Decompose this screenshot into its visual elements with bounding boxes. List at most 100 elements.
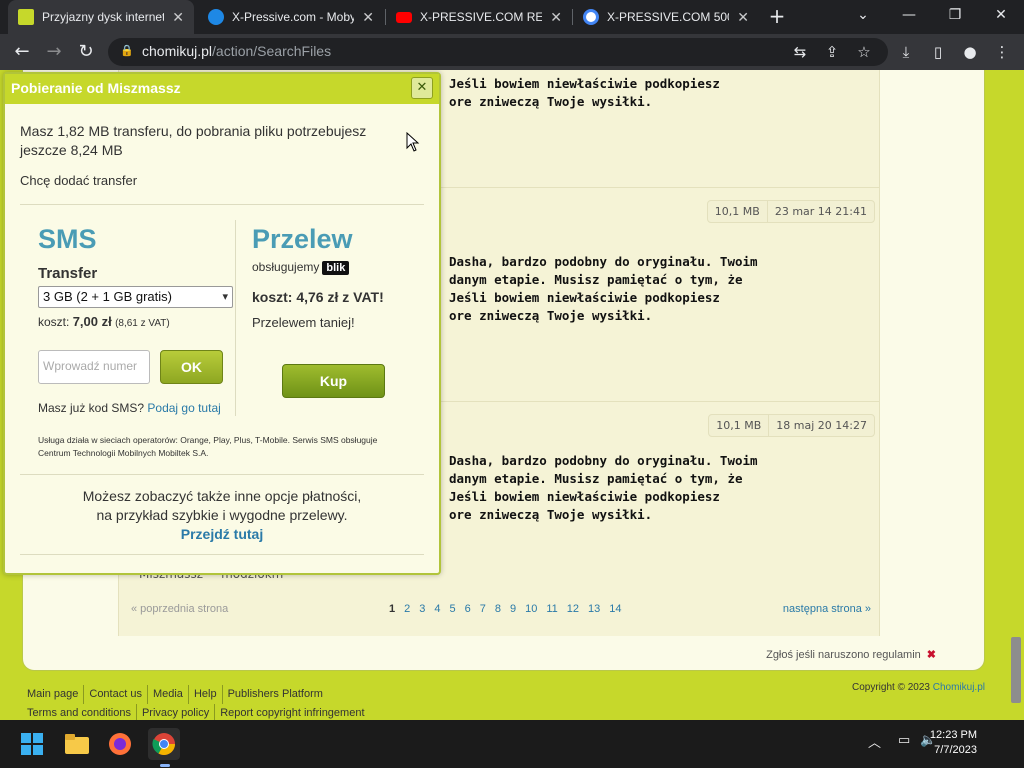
next-page-link[interactable]: następna strona » — [783, 603, 871, 615]
sms-operators-note: Usługa działa w sieciach operatorów: Ora… — [38, 435, 378, 458]
windows-start-icon[interactable] — [16, 728, 48, 760]
page-link[interactable]: 14 — [609, 603, 621, 615]
tab-title: Przyjazny dysk internet — [42, 10, 165, 24]
brand-link[interactable]: Chomikuj.pl — [933, 682, 985, 693]
pagination: « poprzednia strona 1 2 3 4 5 6 7 8 9 10… — [119, 598, 879, 620]
page-link[interactable]: 13 — [588, 603, 600, 615]
close-tab-icon[interactable]: ✕ — [550, 9, 562, 26]
back-icon[interactable]: ← — [10, 40, 34, 64]
address-bar[interactable]: 🔒 chomikuj.pl/action/SearchFiles ⇆ ⇪ ☆ — [108, 38, 888, 66]
chomikuj-favicon-icon — [18, 9, 34, 25]
page-link[interactable]: 5 — [450, 603, 456, 615]
network-icon[interactable]: ▭ — [898, 732, 910, 748]
footer-link-report-copyright[interactable]: Report copyright infringement — [214, 704, 369, 720]
report-link[interactable]: Zgłoś jeśli naruszono regulamin ✖ — [766, 648, 936, 661]
profile-icon[interactable]: ● — [958, 40, 982, 64]
close-icon[interactable]: ✕ — [411, 77, 433, 99]
mouse-cursor-icon — [406, 132, 420, 152]
file-date: 18 maj 20 14:27 — [768, 415, 874, 436]
footer-link-publishers[interactable]: Publishers Platform — [221, 685, 328, 704]
forward-icon[interactable]: → — [42, 40, 66, 64]
page-link[interactable]: 6 — [465, 603, 471, 615]
footer-link-media[interactable]: Media — [146, 685, 188, 704]
add-transfer-label: Chcę dodać transfer — [20, 173, 138, 188]
transfer-label: Transfer — [38, 265, 98, 282]
translate-icon[interactable]: ⇆ — [788, 40, 812, 64]
divider — [20, 204, 424, 205]
other-options-link[interactable]: Przejdź tutaj — [20, 525, 424, 544]
chrome-icon[interactable] — [148, 728, 180, 760]
page-numbers: 1 2 3 4 5 6 7 8 9 10 11 12 13 14 — [389, 603, 631, 615]
enter-code-link[interactable]: Podaj go tutaj — [147, 401, 220, 415]
file-size: 10,1 MB — [716, 419, 762, 432]
divider — [20, 554, 424, 555]
windows-taskbar: ︿ ▭ 🔈 12:23 PM 7/7/2023 — [0, 720, 1024, 768]
page-link[interactable]: 2 — [404, 603, 410, 615]
report-text: Zgłoś jeśli naruszono regulamin — [766, 649, 921, 661]
share-icon[interactable]: ⇪ — [820, 40, 844, 64]
blik-logo-icon: blik — [322, 261, 350, 275]
phone-number-input[interactable]: Wprowadź numer — [38, 350, 150, 384]
prev-page-link: « poprzednia strona — [131, 603, 229, 615]
ok-button[interactable]: OK — [160, 350, 223, 384]
footer-link-privacy[interactable]: Privacy policy — [135, 704, 214, 720]
new-tab-icon[interactable]: + — [765, 4, 789, 28]
side-panel-icon[interactable]: ▯ — [926, 40, 950, 64]
close-window-icon[interactable]: ✕ — [978, 0, 1024, 34]
tab-chomikuj[interactable]: Przyjazny dysk internet ✕ — [8, 0, 194, 34]
tab-search-icon[interactable]: ⌄ — [840, 0, 886, 34]
page-background: Jeśli bowiem niewłaściwie podkopiesz ore … — [0, 70, 1024, 720]
youtube-favicon-icon — [396, 11, 412, 23]
report-x-icon: ✖ — [926, 649, 936, 661]
close-tab-icon[interactable]: ✕ — [737, 9, 749, 26]
close-tab-icon[interactable]: ✕ — [362, 9, 374, 26]
tab-title: X-Pressive.com - Moby — [232, 10, 355, 24]
tab-google[interactable]: X-PRESSIVE.COM 500 - ✕ — [573, 0, 759, 34]
page-link[interactable]: 8 — [495, 603, 501, 615]
maximize-icon[interactable]: ❐ — [932, 0, 978, 34]
sms-cost: koszt: 7,00 zł (8,61 z VAT) — [38, 314, 170, 329]
przelew-heading: Przelew — [252, 224, 353, 254]
file-date: 23 mar 14 21:41 — [766, 201, 874, 222]
buy-button[interactable]: Kup — [282, 364, 385, 398]
other-options: Możesz zobaczyć także inne opcje płatnoś… — [20, 487, 424, 544]
file-meta: 10,1 MB 23 mar 14 21:41 — [706, 200, 875, 223]
sms-heading: SMS — [38, 224, 97, 254]
page-link[interactable]: 7 — [480, 603, 486, 615]
footer-link-contact[interactable]: Contact us — [83, 685, 147, 704]
firefox-icon[interactable] — [104, 728, 136, 760]
transfer-info: Masz 1,82 MB transferu, do pobrania plik… — [20, 123, 367, 158]
download-icon[interactable]: ⤓ — [894, 40, 918, 64]
page-link[interactable]: 10 — [525, 603, 537, 615]
tab-title: X-PRESSIVE.COM 500 - — [607, 10, 730, 24]
have-code-text: Masz już kod SMS? Podaj go tutaj — [38, 401, 221, 415]
bookmark-star-icon[interactable]: ☆ — [852, 40, 876, 64]
minimize-icon[interactable]: — — [886, 0, 932, 34]
footer: Main page Contact us Media Help Publishers P… — [0, 682, 1024, 720]
file-explorer-icon[interactable] — [61, 728, 93, 760]
show-hidden-icons-icon[interactable]: ︿ — [868, 732, 881, 751]
footer-link-help[interactable]: Help — [187, 685, 222, 704]
google-favicon-icon — [583, 9, 599, 25]
przelew-cheaper: Przelewem taniej! — [252, 315, 355, 330]
column-divider — [235, 220, 236, 416]
menu-icon[interactable]: ⋮ — [990, 40, 1014, 64]
footer-link-main-page[interactable]: Main page — [27, 685, 83, 704]
site-favicon-icon — [208, 9, 224, 25]
tab-xpressive-moby[interactable]: X-Pressive.com - Moby ✕ — [198, 0, 384, 34]
footer-link-terms[interactable]: Terms and conditions — [27, 704, 136, 720]
lock-icon: 🔒 — [120, 44, 134, 57]
page-link[interactable]: 1 — [389, 603, 395, 615]
reload-icon[interactable]: ↻ — [74, 40, 98, 64]
page-link[interactable]: 9 — [510, 603, 516, 615]
page-link[interactable]: 4 — [434, 603, 440, 615]
page-link[interactable]: 12 — [567, 603, 579, 615]
page-link[interactable]: 3 — [419, 603, 425, 615]
system-clock[interactable]: 12:23 PM 7/7/2023 — [930, 728, 977, 758]
tab-youtube[interactable]: X-PRESSIVE.COM REVE ✕ — [386, 0, 572, 34]
page-link[interactable]: 11 — [546, 603, 557, 615]
page-scrollbar[interactable] — [1008, 70, 1024, 720]
scrollbar-thumb[interactable] — [1011, 637, 1021, 703]
close-tab-icon[interactable]: ✕ — [172, 9, 184, 26]
transfer-select[interactable]: 3 GB (2 + 1 GB gratis) ▾ — [38, 286, 233, 308]
